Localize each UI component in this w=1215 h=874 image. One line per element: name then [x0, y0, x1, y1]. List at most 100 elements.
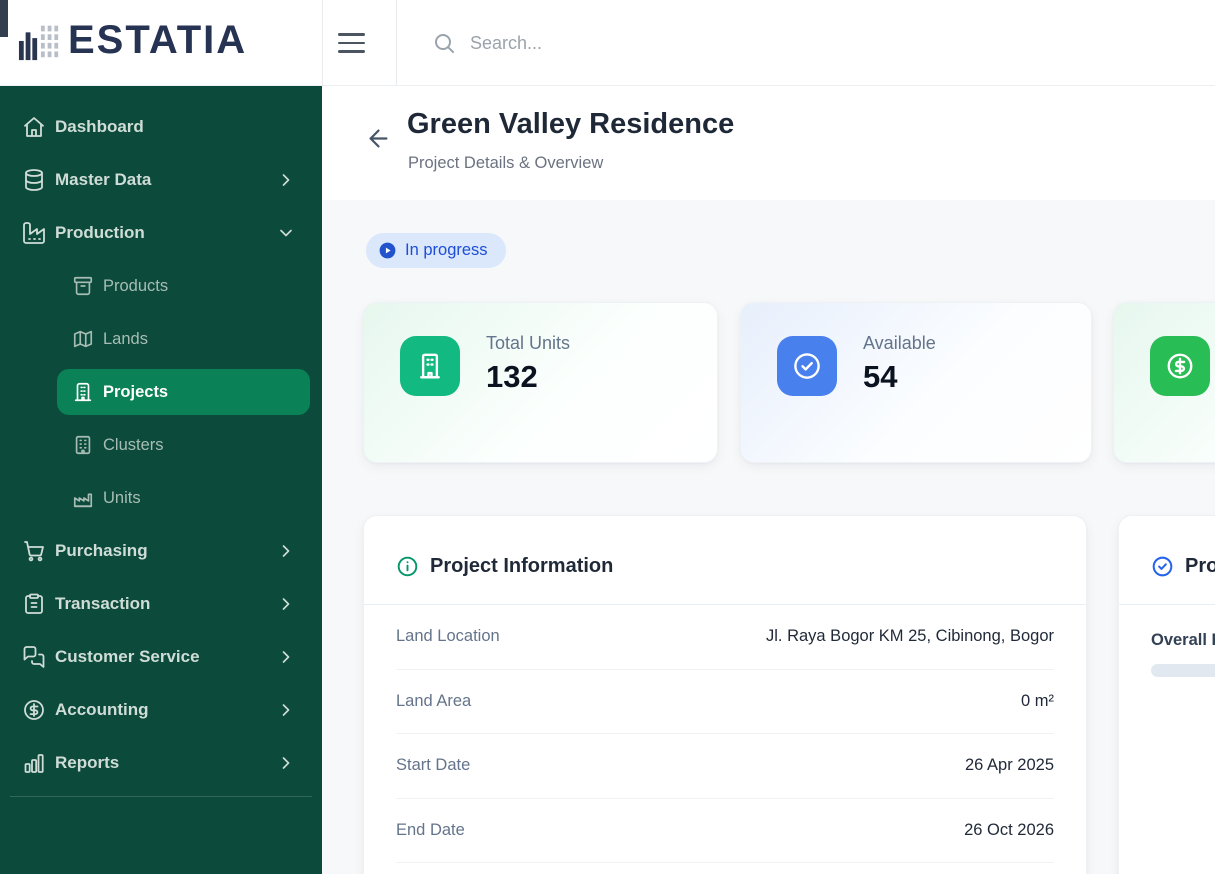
sidebar-item-label: Units: [103, 489, 141, 508]
info-row-end-date: End Date 26 Oct 2026: [396, 799, 1054, 864]
project-information-panel: Project Information Land Location Jl. Ra…: [363, 515, 1087, 874]
sidebar: Dashboard Master Data Production: [0, 86, 322, 874]
sidebar-item-dashboard[interactable]: Dashboard: [16, 104, 306, 150]
sidebar-item-production[interactable]: Production: [16, 210, 306, 256]
sidebar-item-products[interactable]: Products: [57, 263, 310, 309]
building-icon: [400, 336, 460, 396]
badge-check-icon: [1151, 555, 1174, 578]
bar-chart-icon: [22, 751, 46, 775]
info-label: End Date: [396, 821, 465, 840]
info-label: Land Location: [396, 627, 500, 646]
sidebar-item-purchasing[interactable]: Purchasing: [16, 528, 306, 574]
info-value: 26 Apr 2025: [965, 756, 1054, 775]
info-row-land-location: Land Location Jl. Raya Bogor KM 25, Cibi…: [396, 605, 1054, 670]
sidebar-item-label: Products: [103, 277, 168, 296]
chevron-right-icon: [276, 594, 296, 614]
info-label: Start Date: [396, 756, 470, 775]
info-label: Land Area: [396, 692, 471, 711]
clipboard-icon: [22, 592, 46, 616]
stat-label: Available: [863, 333, 936, 354]
sidebar-item-label: Accounting: [55, 700, 276, 720]
info-circle-icon: [396, 555, 419, 578]
app-logo[interactable]: ESTATIA: [18, 17, 247, 63]
info-value: 0 m²: [1021, 692, 1054, 711]
chevron-right-icon: [276, 753, 296, 773]
logo-wordmark: ESTATIA: [68, 20, 247, 60]
chevron-right-icon: [276, 541, 296, 561]
play-circle-icon: [378, 241, 397, 260]
info-rows: Land Location Jl. Raya Bogor KM 25, Cibi…: [364, 605, 1086, 863]
app-window: ESTATIA Dashboard: [0, 0, 1215, 874]
stat-value: 132: [486, 359, 570, 395]
chevron-down-icon: [276, 223, 296, 243]
sidebar-item-units[interactable]: Units: [57, 475, 310, 521]
arrow-left-icon[interactable]: [358, 118, 398, 158]
sidebar-item-label: Clusters: [103, 436, 164, 455]
status-badge-label: In progress: [405, 241, 488, 260]
search-input[interactable]: [470, 21, 1070, 65]
sidebar-item-master-data[interactable]: Master Data: [16, 157, 306, 203]
sidebar-item-label: Production: [55, 223, 276, 243]
sidebar-item-transaction[interactable]: Transaction: [16, 581, 306, 627]
dollar-circle-icon: [22, 698, 46, 722]
chat-bubbles-icon: [22, 645, 46, 669]
stat-card-total-units: Total Units 132: [363, 302, 718, 463]
sidebar-item-lands[interactable]: Lands: [57, 316, 310, 362]
page-title: Green Valley Residence: [407, 108, 734, 141]
status-badge: In progress: [366, 233, 506, 268]
map-icon: [72, 328, 94, 350]
panel-header: Project Information: [364, 516, 1086, 605]
info-value: 26 Oct 2026: [964, 821, 1054, 840]
info-value: Jl. Raya Bogor KM 25, Cibinong, Bogor: [766, 627, 1054, 646]
sidebar-item-label: Master Data: [55, 170, 276, 190]
stat-card-available: Available 54: [740, 302, 1092, 463]
window-edge-fragment: [0, 0, 8, 37]
progress-body: Overall Progress: [1119, 605, 1215, 677]
archive-box-icon: [72, 275, 94, 297]
sidebar-item-label: Projects: [103, 383, 168, 402]
progress-panel: Progress Overall Progress: [1118, 515, 1215, 874]
sidebar-item-label: Customer Service: [55, 647, 276, 667]
office-building-icon: [72, 381, 94, 403]
page-subtitle: Project Details & Overview: [408, 154, 603, 173]
sidebar-item-projects[interactable]: Projects: [57, 369, 310, 415]
panel-title: Progress: [1185, 555, 1215, 578]
sidebar-item-label: Dashboard: [55, 117, 296, 137]
sidebar-divider: [10, 796, 312, 797]
stat-card-sold: [1113, 302, 1215, 463]
panel-title: Project Information: [430, 555, 613, 578]
sidebar-item-clusters[interactable]: Clusters: [57, 422, 310, 468]
chevron-right-icon: [276, 700, 296, 720]
info-row-start-date: Start Date 26 Apr 2025: [396, 734, 1054, 799]
factory-icon: [22, 221, 46, 245]
search-icon: [432, 31, 456, 55]
check-circle-icon: [777, 336, 837, 396]
sidebar-item-reports[interactable]: Reports: [16, 740, 306, 786]
home-icon: [22, 115, 46, 139]
dollar-sign-circle-icon: [1150, 336, 1210, 396]
sidebar-item-customer-service[interactable]: Customer Service: [16, 634, 306, 680]
panel-header: Progress: [1119, 516, 1215, 605]
stat-label: Total Units: [486, 333, 570, 354]
skyline-bars-icon: [18, 17, 62, 63]
sidebar-item-label: Reports: [55, 753, 276, 773]
top-bar: ESTATIA: [0, 0, 1215, 86]
stat-value: 54: [863, 359, 936, 395]
page-header: Green Valley Residence Project Details &…: [322, 86, 1215, 200]
database-icon: [22, 168, 46, 192]
shopping-cart-icon: [22, 539, 46, 563]
overall-progress-label: Overall Progress: [1151, 631, 1215, 650]
sidebar-item-label: Purchasing: [55, 541, 276, 561]
main-content: Green Valley Residence Project Details &…: [322, 86, 1215, 874]
overall-progress-bar: [1151, 664, 1215, 677]
sidebar-item-label: Lands: [103, 330, 148, 349]
sidebar-item-label: Transaction: [55, 594, 276, 614]
sidebar-item-accounting[interactable]: Accounting: [16, 687, 306, 733]
topbar-divider-2: [396, 0, 397, 86]
chevron-right-icon: [276, 647, 296, 667]
global-search: [432, 21, 1132, 65]
hamburger-icon[interactable]: [338, 21, 382, 65]
topbar-divider-1: [322, 0, 323, 86]
info-row-land-area: Land Area 0 m²: [396, 670, 1054, 735]
chevron-right-icon: [276, 170, 296, 190]
